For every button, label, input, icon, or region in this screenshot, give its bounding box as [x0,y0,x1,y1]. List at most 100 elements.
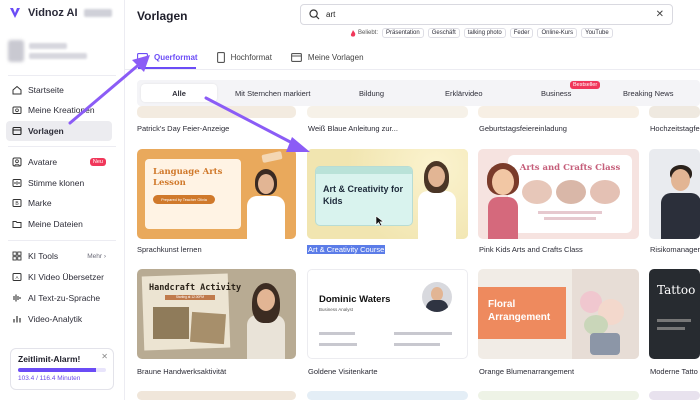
chip-feder[interactable]: Feder [509,28,534,38]
template-card-floral[interactable]: Floral Arrangement [478,269,639,359]
template-title[interactable]: Patrick's Day Feier-Anzeige [137,124,229,133]
template-card-thumb[interactable] [649,391,700,400]
template-card-handcraft[interactable]: Handcraft Activity Starting at 12.00PM [137,269,296,359]
template-title[interactable]: Weiß Blaue Anleitung zur... [308,124,398,133]
template-card-language-arts[interactable]: Language Arts Lesson Prepared by Teacher… [137,149,296,239]
category-breaking-news[interactable]: Breaking News [623,84,673,102]
portrait-icon [216,51,225,63]
thumb-title: Tattoo [657,283,696,297]
divider [8,146,116,147]
sidebar-item-ki-tools[interactable]: KI Tools Mehr › [6,246,112,266]
template-card-thumb[interactable] [307,391,468,400]
sidebar-item-ai-text-zu-sprache[interactable]: AI Text-zu-Sprache [6,288,112,308]
sidebar: Vidnoz AI Startseite Meine Kreationen Vo… [0,0,125,400]
sidebar-item-meine-kreationen[interactable]: Meine Kreationen [6,100,112,120]
sidebar-item-stimme-klonen[interactable]: Stimme klonen [6,173,112,193]
category-bar: Alle Mit Sternchen markiert Bildung Erkl… [137,80,700,106]
alarm-title: Zeitlimit-Alarm! [18,354,81,364]
template-card-art-creativity[interactable]: Art & Creativity for Kids [307,149,468,239]
more-link[interactable]: Mehr › [87,253,106,260]
usage-text: 103.4 / 116.4 Minuten [18,375,81,382]
sidebar-item-ki-video-uebersetzer[interactable]: A KI Video Übersetzer [6,267,112,287]
template-card-thumb[interactable] [307,106,468,118]
sidebar-item-label: KI Tools [28,251,59,261]
fire-icon [350,29,356,37]
sidebar-item-vorlagen[interactable]: Vorlagen [6,121,112,141]
chip-talking-photo[interactable]: talking photo [463,28,506,38]
template-title[interactable]: Geburtstagsfeiereinladung [479,124,567,133]
template-card-visitenkarte[interactable]: Dominic Waters Business Analyst [307,269,468,359]
analytics-icon [13,316,21,323]
thumb-subtitle: Business Analyst [319,307,354,312]
chip-online-kurs[interactable]: Online-Kurs [537,28,578,38]
chip-praesentation[interactable]: Präsentation [382,28,424,38]
tab-meine-vorlagen[interactable]: Meine Vorlagen [290,50,364,64]
files-icon [12,221,22,228]
thumb-title: Language Arts Lesson [153,167,223,188]
template-title[interactable]: Sprachkunst lernen [137,245,202,254]
sidebar-item-label: Avatare [28,157,58,167]
template-card-tattoo[interactable]: Tattoo [649,269,700,359]
template-card-thumb[interactable] [137,106,296,118]
plan-badge-blurred [83,9,112,17]
category-bildung[interactable]: Bildung [359,84,384,102]
template-card-pink-kids-arts[interactable]: Arts and Crafts Class [478,149,639,239]
sidebar-item-label: KI Video Übersetzer [28,272,104,282]
template-title-selected[interactable]: Art & Creativity Course [307,245,386,254]
avatar-icon [12,157,22,167]
category-alle[interactable]: Alle [141,84,217,102]
logo[interactable]: Vidnoz AI [8,6,112,20]
sidebar-item-label: Stimme klonen [28,178,85,188]
chip-youtube[interactable]: YouTube [581,28,613,38]
template-title[interactable]: Moderne Tatto [650,367,698,376]
sidebar-item-label: Startseite [28,85,64,95]
category-mit-sternchen[interactable]: Mit Sternchen markiert [235,84,310,102]
landscape-icon [137,52,148,62]
template-title[interactable]: Risikomanager [650,245,700,254]
folder-icon [12,106,22,114]
sidebar-item-label: Marke [28,198,52,208]
thumb-title: Arts and Crafts Class [519,163,621,173]
time-limit-alarm: Zeitlimit-Alarm! ✕ 103.4 / 116.4 Minuten [10,348,114,390]
clear-search-icon[interactable]: ✕ [656,9,664,20]
tab-querformat[interactable]: Querformat [137,50,198,64]
template-title[interactable]: Hochzeitstagfeier [650,124,700,133]
template-card-thumb[interactable] [649,106,700,118]
divider [8,240,116,241]
sidebar-item-label: Meine Kreationen [28,105,95,115]
sidebar-item-label: Vorlagen [28,126,64,136]
sidebar-item-avatare[interactable]: Avatare Neu [6,152,112,172]
sidebar-item-meine-dateien[interactable]: Meine Dateien [6,214,112,234]
tools-icon [12,251,22,261]
template-title[interactable]: Orange Blumenarrangement [479,367,574,376]
close-icon[interactable]: ✕ [101,352,108,361]
category-business[interactable]: Business [541,84,571,102]
avatar-presenter [241,164,291,239]
template-title[interactable]: Goldene Visitenkarte [308,367,378,376]
voice-icon [12,179,22,187]
thumb-subtitle: Starting at 12.00PM [165,295,215,300]
tab-hochformat[interactable]: Hochformat [216,50,272,64]
divider [125,69,700,70]
sidebar-item-startseite[interactable]: Startseite [6,80,112,100]
home-icon [12,85,22,95]
sidebar-item-marke[interactable]: B Marke [6,193,112,213]
template-card-thumb[interactable] [478,391,639,400]
user-account[interactable] [8,40,87,62]
thumb-title: Dominic Waters [319,294,391,305]
thumb-title: Floral Arrangement [488,299,551,323]
search-bar[interactable]: ✕ [300,4,673,25]
avatar [8,40,24,62]
category-erklaervideo[interactable]: Erklärvideo [445,84,483,102]
template-card-thumb[interactable] [137,391,296,400]
search-input[interactable] [326,10,656,19]
template-card-risikomanager[interactable] [649,149,700,239]
template-card-thumb[interactable] [478,106,639,118]
template-title[interactable]: Braune Handwerksaktivität [137,367,226,376]
thumb-title: Handcraft Activity [149,283,242,293]
brand-icon: B [12,199,22,207]
template-title[interactable]: Pink Kids Arts and Crafts Class [479,245,583,254]
sidebar-item-video-analytik[interactable]: Video-Analytik [6,309,112,329]
chip-geschaeft[interactable]: Geschäft [427,28,460,38]
format-tabs: Querformat Hochformat Meine Vorlagen [137,50,383,64]
